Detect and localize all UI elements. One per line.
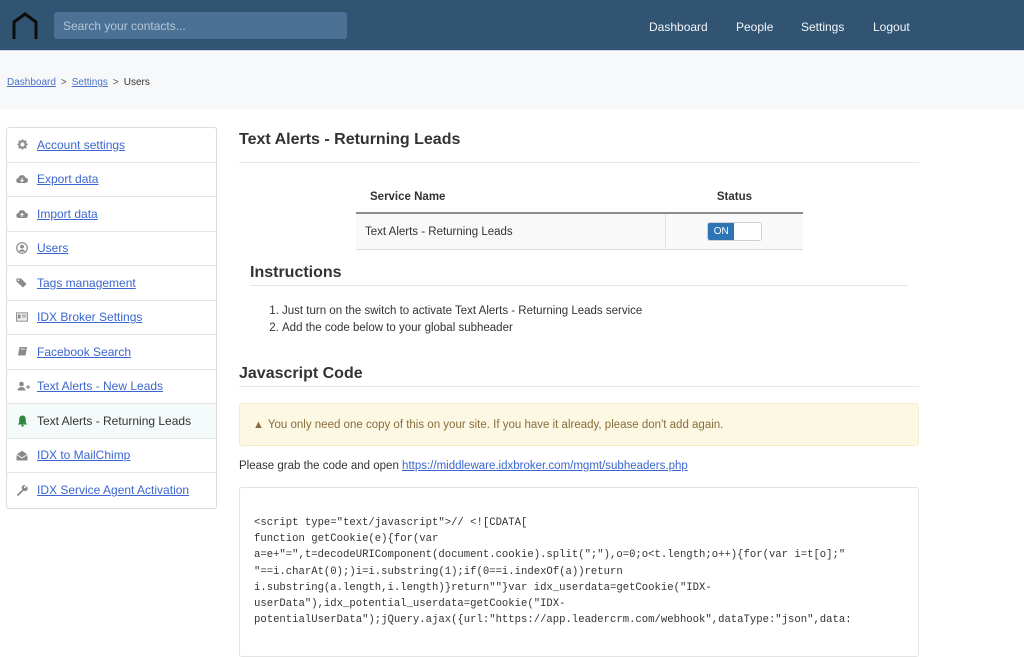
sidebar-link[interactable]: Users	[37, 241, 68, 255]
breadcrumb-settings[interactable]: Settings	[72, 77, 108, 88]
instructions-divider	[250, 285, 908, 286]
sidebar-link[interactable]: Text Alerts - New Leads	[37, 379, 163, 393]
sidebar-item-text-alerts-new-leads[interactable]: Text Alerts - New Leads	[7, 370, 216, 404]
tags-icon	[16, 277, 28, 289]
sidebar-item-tags-management[interactable]: Tags management	[7, 266, 216, 301]
nav-dashboard[interactable]: Dashboard	[649, 20, 708, 34]
subheaders-link[interactable]: https://middleware.idxbroker.com/mgmt/su…	[402, 460, 688, 472]
warning-triangle-icon: ▲	[253, 418, 264, 431]
nav-logout[interactable]: Logout	[873, 20, 910, 34]
service-name-cell: Text Alerts - Returning Leads	[356, 213, 666, 250]
sidebar-link[interactable]: Account settings	[37, 138, 125, 152]
sidebar-item-idx-to-mailchimp[interactable]: IDX to MailChimp	[7, 439, 216, 473]
warning-alert: ▲ You only need one copy of this on your…	[239, 403, 919, 446]
cloud-upload-icon	[16, 208, 28, 220]
sidebar-item-users[interactable]: Users	[7, 232, 216, 266]
breadcrumb-bar	[0, 52, 1024, 110]
table-header-row: Service Name Status	[356, 187, 803, 214]
code-divider	[239, 386, 919, 387]
breadcrumb: Dashboard > Settings > Users	[7, 77, 150, 88]
column-header-service-name: Service Name	[356, 187, 666, 214]
column-header-status: Status	[665, 187, 803, 214]
sidebar-item-facebook-search[interactable]: Facebook Search	[7, 335, 216, 370]
code-block[interactable]: <script type="text/javascript">// <![CDA…	[239, 487, 919, 657]
sidebar-link[interactable]: Tags management	[37, 276, 136, 290]
bell-icon	[16, 415, 28, 427]
sidebar-link[interactable]: IDX Service Agent Activation	[37, 483, 189, 497]
sidebar-link[interactable]: Export data	[37, 172, 98, 186]
instruction-step: Add the code below to your global subhea…	[282, 320, 642, 337]
status-toggle-switch[interactable]: ON	[707, 222, 763, 241]
sidebar-link[interactable]: Import data	[37, 207, 98, 221]
top-navbar: Dashboard People Settings Logout	[0, 0, 1024, 51]
grab-text: Please grab the code and open	[239, 460, 403, 472]
id-card-icon	[16, 311, 28, 323]
code-text[interactable]: <script type="text/javascript">// <![CDA…	[254, 515, 852, 628]
sidebar-item-export-data[interactable]: Export data	[7, 163, 216, 197]
home-logo-icon[interactable]	[11, 12, 39, 40]
cloud-download-icon	[16, 173, 28, 185]
breadcrumb-separator: >	[60, 77, 67, 88]
breadcrumb-current: Users	[123, 77, 150, 88]
switch-on-label: ON	[708, 223, 735, 240]
grab-code-text: Please grab the code and open https://mi…	[239, 460, 688, 472]
sidebar-item-idx-service-agent-activation[interactable]: IDX Service Agent Activation	[7, 473, 216, 508]
sidebar-link[interactable]: IDX to MailChimp	[37, 448, 130, 462]
user-circle-icon	[16, 242, 28, 255]
sidebar-link[interactable]: Facebook Search	[37, 345, 131, 359]
breadcrumb-separator: >	[112, 77, 119, 88]
sidebar-item-idx-broker-settings[interactable]: IDX Broker Settings	[7, 301, 216, 335]
sidebar-link[interactable]: IDX Broker Settings	[37, 310, 142, 324]
nav-people[interactable]: People	[736, 20, 773, 34]
javascript-code-heading: Javascript Code	[239, 365, 363, 382]
page-title: Text Alerts - Returning Leads	[239, 131, 461, 148]
sidebar-item-import-data[interactable]: Import data	[7, 197, 216, 232]
table-row: Text Alerts - Returning Leads ON	[356, 213, 803, 250]
instruction-step: Just turn on the switch to activate Text…	[282, 303, 642, 320]
sidebar-item-text-alerts-returning-leads[interactable]: Text Alerts - Returning Leads	[7, 404, 216, 439]
envelope-open-icon	[16, 449, 28, 461]
status-cell: ON	[665, 213, 803, 250]
settings-sidebar: Account settings Export data Import data…	[6, 127, 217, 509]
title-divider	[239, 162, 919, 163]
service-table: Service Name Status Text Alerts - Return…	[356, 187, 803, 250]
instructions-heading: Instructions	[250, 264, 342, 281]
user-plus-icon	[16, 380, 31, 392]
sidebar-item-account-settings[interactable]: Account settings	[7, 128, 216, 163]
alert-text: You only need one copy of this on your s…	[267, 418, 724, 431]
sidebar-active-label: Text Alerts - Returning Leads	[37, 413, 192, 428]
breadcrumb-dashboard[interactable]: Dashboard	[7, 77, 56, 88]
instructions-list: Just turn on the switch to activate Text…	[268, 303, 642, 337]
book-icon	[16, 346, 28, 358]
nav-settings[interactable]: Settings	[801, 20, 844, 34]
wrench-icon	[16, 484, 28, 496]
search-input[interactable]	[54, 12, 347, 39]
gear-icon	[16, 139, 28, 151]
